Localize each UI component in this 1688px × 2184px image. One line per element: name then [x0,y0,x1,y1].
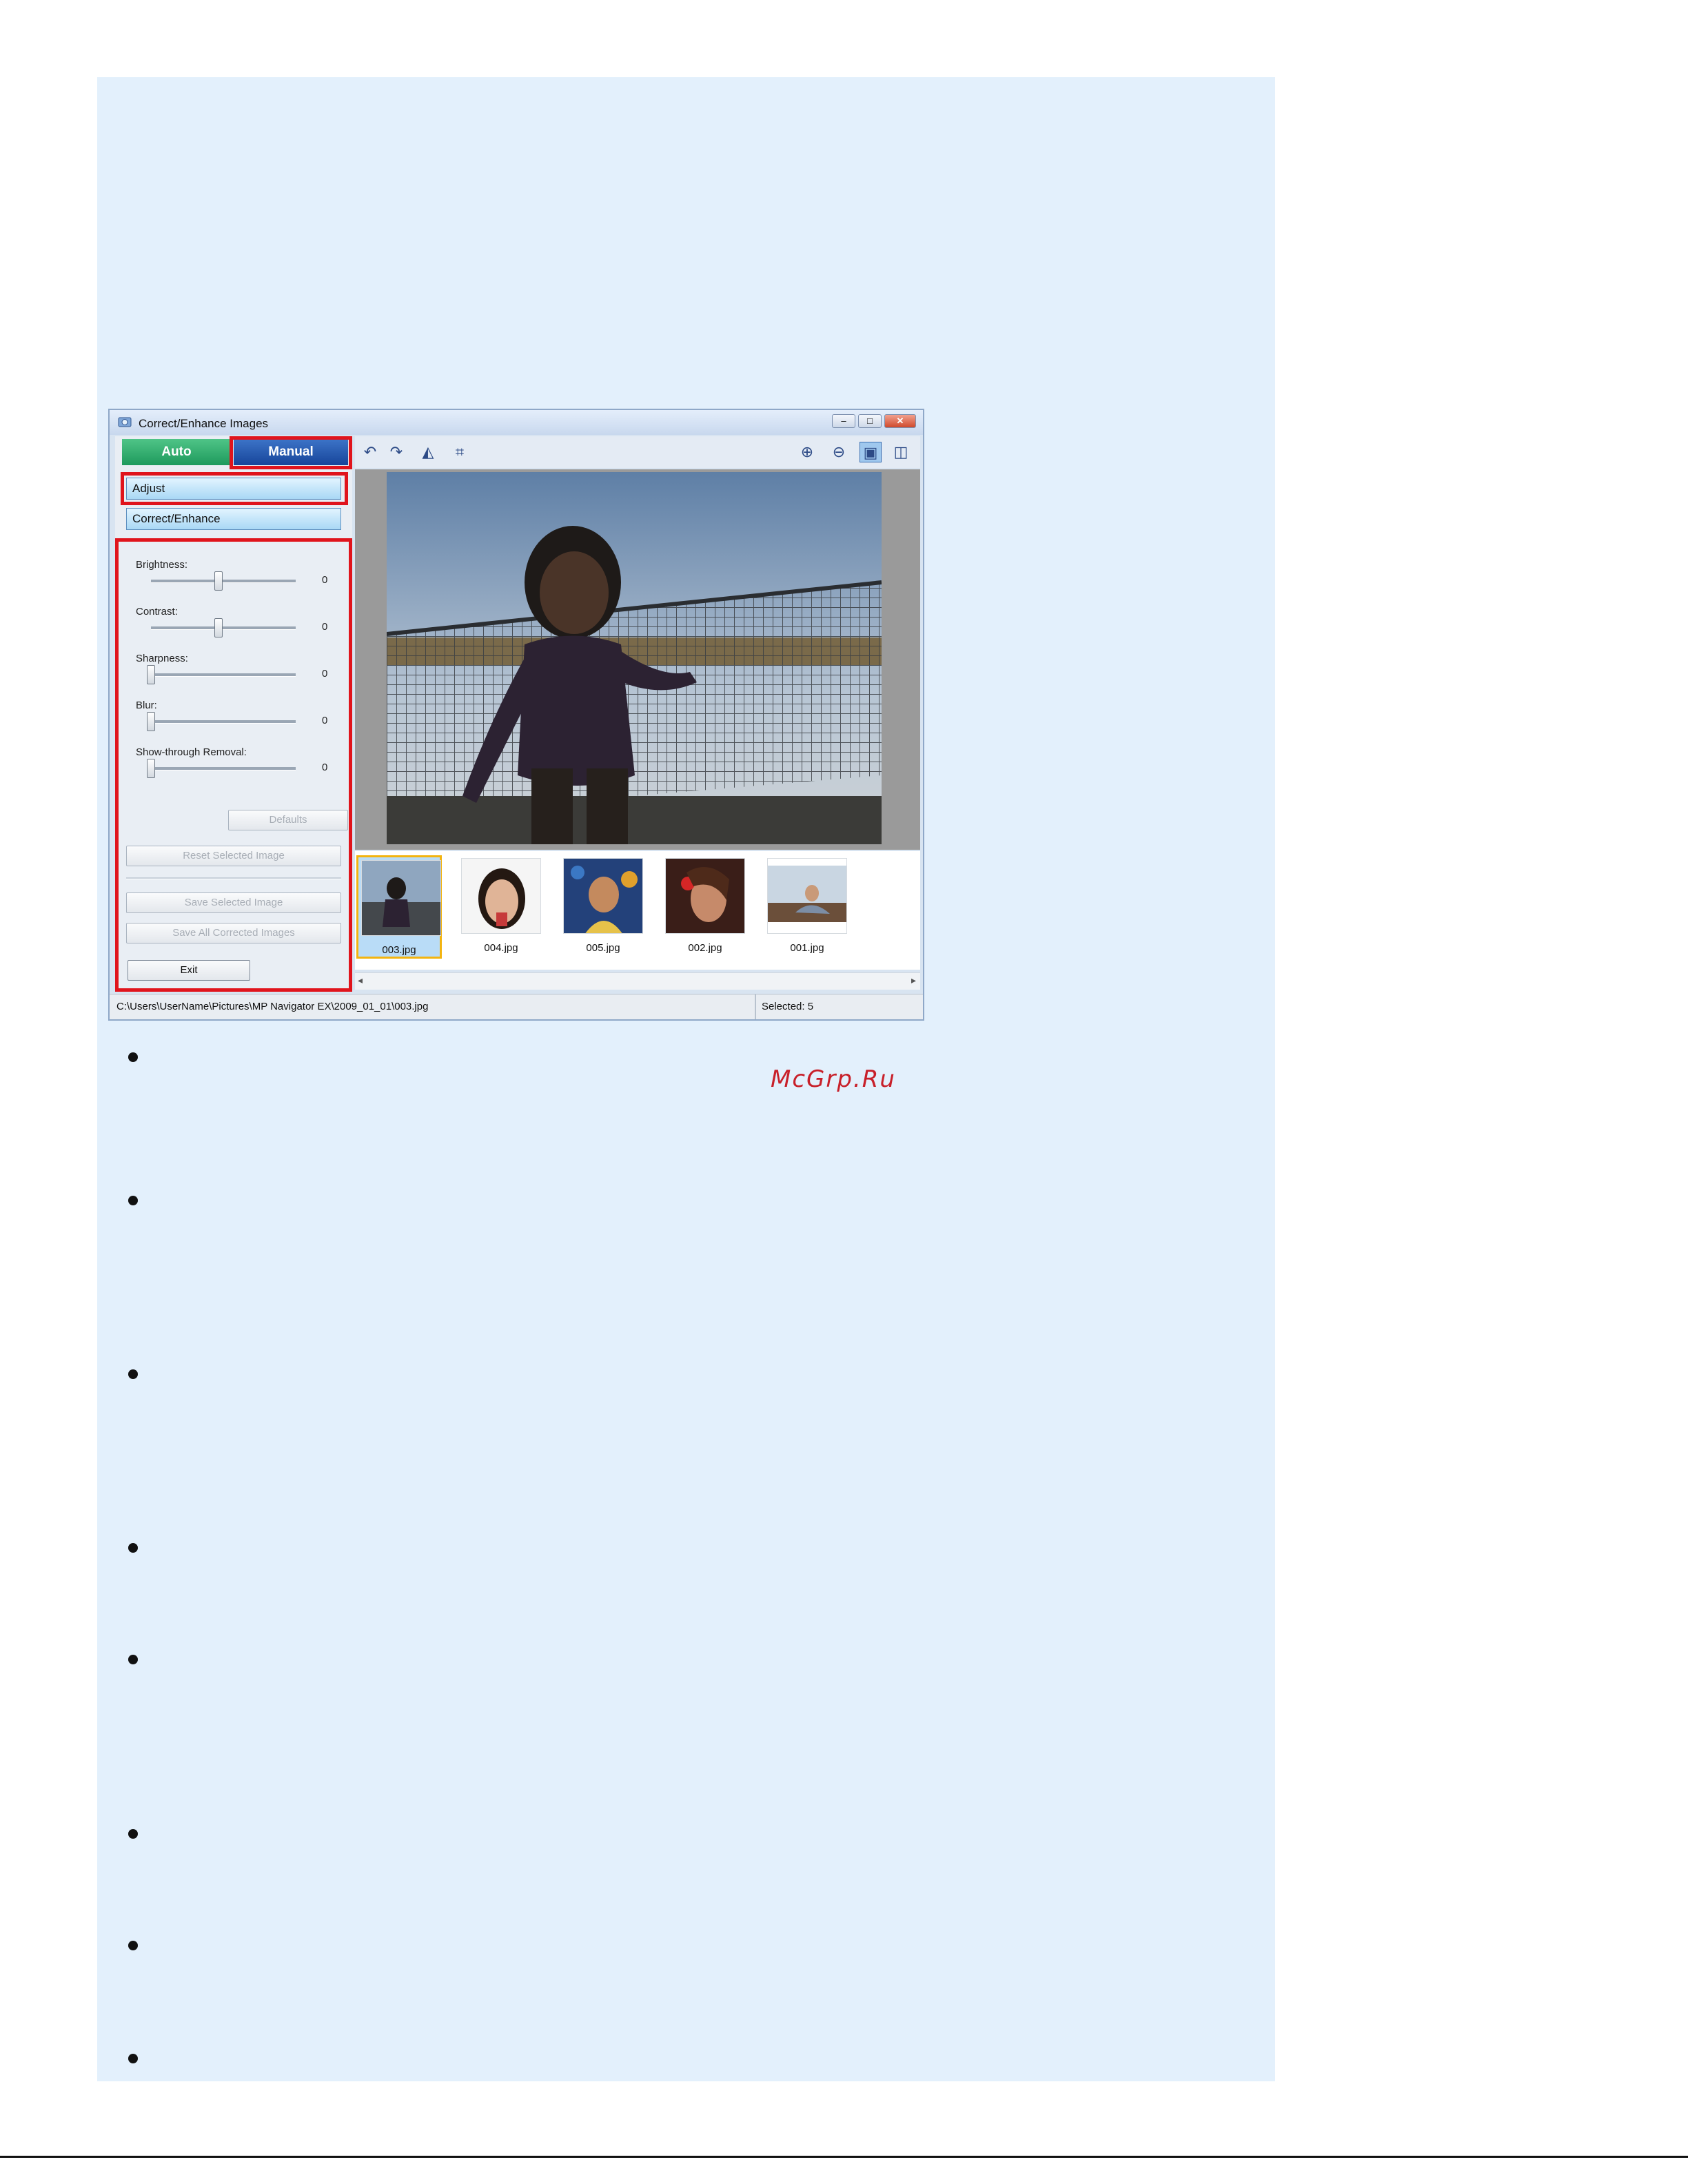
blur-slider[interactable] [147,712,155,731]
title-bar: Correct/Enhance Images – □ ✕ [110,410,923,435]
bullet [128,1941,138,1950]
status-divider [755,994,756,1019]
whole-image-icon[interactable]: ▣ [860,442,882,462]
minimize-button[interactable]: – [832,414,855,428]
window-title: Correct/Enhance Images [139,417,269,430]
preview-area [355,469,920,850]
tab-auto[interactable]: Auto [122,439,231,465]
thumbnail-image [767,858,847,934]
brightness-slider[interactable] [214,571,223,591]
bullet [128,2054,138,2063]
show-through-removal-label: Show-through Removal: [136,746,247,758]
bullet [128,1543,138,1553]
selected-count: Selected: 5 [762,1001,814,1012]
show-through-removal-value: 0 [322,762,328,773]
bullet [128,1196,138,1205]
show-through-removal-slider[interactable] [147,759,155,778]
divider [126,877,341,879]
thumbnail-003[interactable]: 003.jpg [356,855,442,959]
save-all-corrected-images-button[interactable]: Save All Corrected Images [126,923,341,943]
sharpness-track [151,673,296,677]
horizontal-scrollbar[interactable]: ◂ ▸ [355,972,920,990]
brightness-track [151,580,296,583]
toolbar: ↶ ↷ ◭ ⌗ ⊕ ⊖ ▣ ◫ [355,436,920,468]
thumbnail-caption: 002.jpg [688,942,722,954]
correct-enhance-window: Correct/Enhance Images – □ ✕ Auto Manual… [108,409,924,1021]
sharpness-slider[interactable] [147,665,155,684]
thumbnail-caption: 001.jpg [790,942,824,954]
thumbnail-caption: 003.jpg [382,944,416,956]
thumbnail-caption: 004.jpg [484,942,518,954]
rotate-right-icon[interactable]: ↷ [385,442,407,462]
thumbnail-001[interactable]: 001.jpg [764,855,850,959]
thumbnail-image [461,858,541,934]
sharpness-value: 0 [322,668,328,680]
correct-enhance-button[interactable]: Correct/Enhance [126,508,341,530]
thumbnail-004[interactable]: 004.jpg [458,855,544,959]
bullet [128,1052,138,1062]
exit-button[interactable]: Exit [128,960,250,981]
zoom-in-icon[interactable]: ⊕ [796,442,818,462]
thumbnail-strip: 003.jpg 004.jpg 005.jpg 002.jpg 001.jpg [355,851,920,970]
sharpness-label: Sharpness: [136,653,188,664]
app-icon [118,417,132,427]
thumbnail-caption: 005.jpg [586,942,620,954]
crop-icon[interactable]: ⌗ [449,442,471,462]
mirror-icon[interactable]: ◭ [417,442,439,462]
show-through-removal-track [151,767,296,770]
rotate-left-icon[interactable]: ↶ [359,442,381,462]
scroll-left-icon[interactable]: ◂ [358,974,363,986]
contrast-track [151,626,296,630]
contrast-slider[interactable] [214,618,223,637]
blur-value: 0 [322,715,328,726]
close-button[interactable]: ✕ [884,414,916,428]
watermark: McGrp.Ru [771,1065,896,1093]
highlight-manual-tab [230,436,352,469]
contrast-value: 0 [322,621,328,633]
highlight-adjust [121,472,348,505]
zoom-out-icon[interactable]: ⊖ [828,442,850,462]
brightness-label: Brightness: [136,559,188,571]
defaults-button[interactable]: Defaults [228,810,348,830]
brightness-value: 0 [322,574,328,586]
thumbnail-005[interactable]: 005.jpg [560,855,646,959]
preview-image [387,472,882,844]
contrast-label: Contrast: [136,606,178,618]
blur-label: Blur: [136,700,157,711]
scroll-right-icon[interactable]: ▸ [911,974,916,986]
file-path: C:\Users\UserName\Pictures\MP Navigator … [116,1001,429,1012]
thumbnail-image [665,858,745,934]
save-selected-image-button[interactable]: Save Selected Image [126,892,341,913]
maximize-button[interactable]: □ [858,414,882,428]
content-panel [97,77,1275,2081]
bullet [128,1829,138,1839]
bullet [128,1655,138,1664]
reset-selected-image-button[interactable]: Reset Selected Image [126,846,341,866]
bullet [128,1369,138,1379]
thumbnail-002[interactable]: 002.jpg [662,855,748,959]
left-pane: Auto Manual Adjust Correct/Enhance Brigh… [115,436,352,992]
thumbnail-image [563,858,643,934]
thumbnail-image [361,860,441,936]
status-bar: C:\Users\UserName\Pictures\MP Navigator … [110,994,923,1019]
blur-track [151,720,296,724]
compare-icon[interactable]: ◫ [890,442,912,462]
page-bottom-rule [0,2156,1688,2158]
